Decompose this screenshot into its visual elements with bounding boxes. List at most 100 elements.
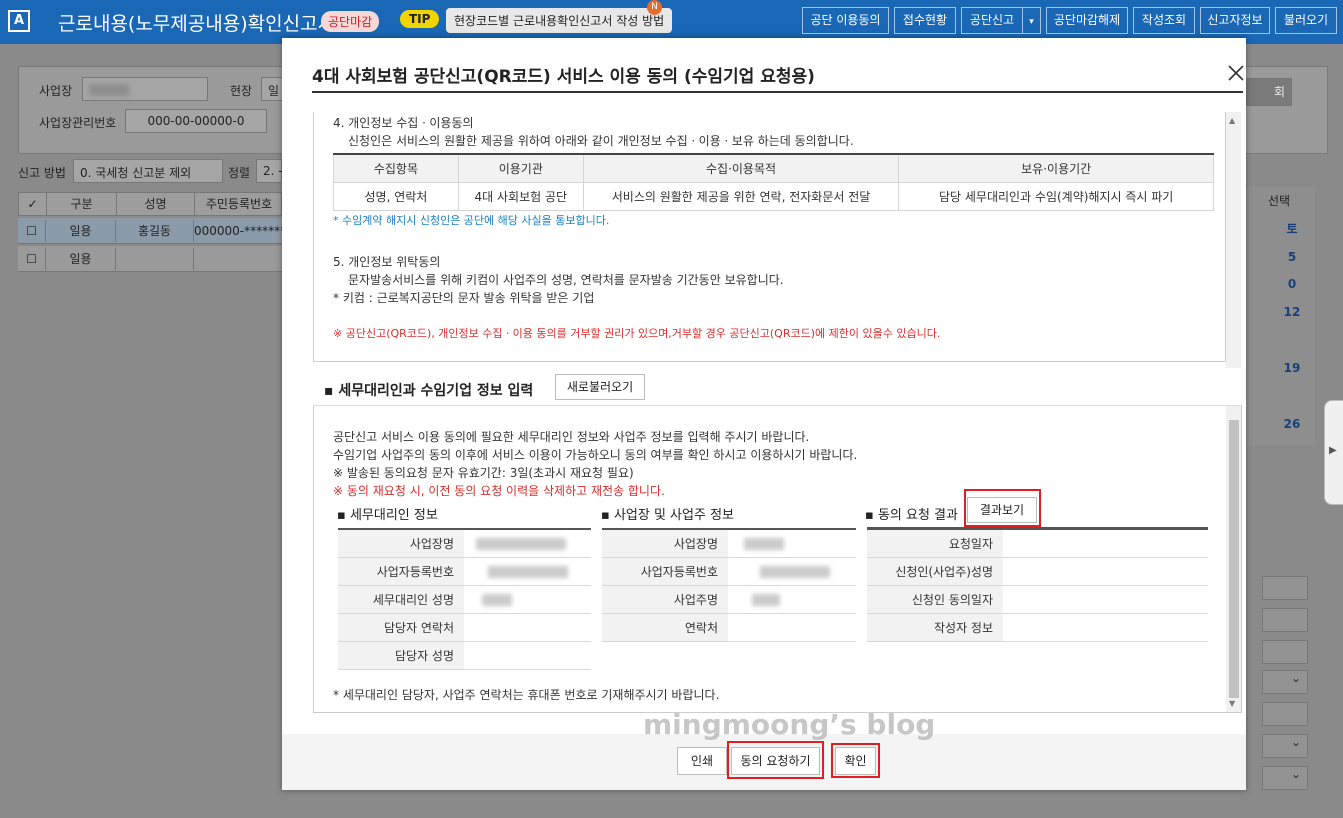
field-label: 세무대리인 성명: [338, 585, 464, 614]
calendar-cell[interactable]: 5: [1272, 250, 1312, 264]
result-title: ▪ 동의 요청 결과: [865, 508, 958, 523]
toolbar-report-button[interactable]: 공단신고: [961, 7, 1023, 34]
table-header: 이용기관: [457, 153, 584, 183]
bg-input[interactable]: [1262, 608, 1308, 632]
info-warning: ※ 동의 재요청 시, 이전 동의 요청 이력을 삭제하고 재전송 합니다.: [333, 484, 665, 498]
site-input[interactable]: 일: [261, 77, 283, 101]
report-method-label: 신고 방법: [18, 166, 66, 180]
query-button[interactable]: 회: [1246, 78, 1292, 106]
title-divider: [312, 91, 1243, 93]
toolbar-deadline-release-button[interactable]: 공단마감해제: [1046, 7, 1128, 34]
owner-info-table: 사업장명 사업자등록번호 사업주명 연락처: [602, 528, 856, 642]
owner-info-title-text: 사업장 및 사업주 정보: [613, 508, 734, 523]
side-panel-toggle[interactable]: ▶: [1324, 400, 1343, 505]
agent-manager-name-field[interactable]: [464, 641, 591, 670]
bg-select[interactable]: ⌄: [1262, 766, 1308, 790]
grid-header-name: 성명: [117, 193, 195, 215]
table-row[interactable]: ☐ 일용 홍길동 000000-*******: [18, 218, 282, 244]
confirm-button[interactable]: 확인: [835, 747, 876, 775]
print-button[interactable]: 인쇄: [677, 747, 727, 775]
bg-input[interactable]: [1262, 640, 1308, 664]
table-cell: 4대 사회보험 공단: [457, 181, 584, 211]
report-method-select[interactable]: 0. 국세청 신고분 제외: [73, 159, 223, 183]
info-desc: 수임기업 사업주의 동의 이후에 서비스 이용이 가능하오니 동의 여부를 확인…: [333, 448, 858, 462]
field-label: 신청인(사업주)성명: [867, 557, 1003, 586]
scroll-up-icon[interactable]: ▲: [1229, 116, 1235, 125]
owner-info-title: ▪ 사업장 및 사업주 정보: [601, 508, 734, 523]
row-checkbox[interactable]: ☐: [18, 220, 46, 242]
agent-info-title-text: 세무대리인 정보: [349, 508, 438, 523]
view-result-button[interactable]: 결과보기: [967, 497, 1037, 523]
result-table: 요청일자 신청인(사업주)성명 신청인 동의일자 작성자 정보: [867, 528, 1208, 642]
row-name: 홍길동: [116, 220, 194, 242]
calendar-cell[interactable]: 0: [1272, 277, 1312, 291]
field-label: 사업장명: [338, 529, 464, 558]
owner-business-no-field[interactable]: [728, 557, 856, 586]
sec4-title: 4. 개인정보 수집ㆍ이용동의: [333, 116, 474, 130]
calendar-cell[interactable]: 26: [1272, 417, 1312, 431]
grid-header-type: 구분: [47, 193, 117, 215]
grid-checkbox-header[interactable]: ✓: [19, 193, 47, 215]
row-type: 일용: [46, 248, 116, 270]
request-date-field: [1003, 529, 1208, 558]
toolbar-receipt-status-button[interactable]: 접수현황: [894, 7, 956, 34]
row-checkbox[interactable]: ☐: [18, 248, 46, 270]
close-icon[interactable]: [1226, 63, 1246, 83]
calendar-cell[interactable]: 토: [1272, 220, 1312, 237]
owner-name-field[interactable]: [728, 585, 856, 614]
sec4-desc: 신청인은 서비스의 원활한 제공을 위하여 아래와 같이 개인정보 수집ㆍ이용ㆍ…: [348, 134, 854, 148]
table-row[interactable]: ☐ 일용: [18, 246, 282, 272]
field-label: 요청일자: [867, 529, 1003, 558]
owner-business-name-field[interactable]: [728, 529, 856, 558]
table-row: 성명, 연락처 4대 사회보험 공단 서비스의 원활한 제공을 위한 연락, 전…: [333, 181, 1214, 211]
agent-business-no-field[interactable]: [464, 557, 591, 586]
toolbar-report-dropdown[interactable]: ▾: [1022, 7, 1041, 34]
table-cell: 담당 세무대리인과 수임(계약)해지시 즉시 파기: [898, 181, 1214, 211]
toolbar-load-button[interactable]: 불러오기: [1275, 7, 1337, 34]
toolbar-search-button[interactable]: 작성조회: [1133, 7, 1195, 34]
table-header: 수집항목: [333, 153, 459, 183]
row-rrn: 000000-*******: [194, 224, 282, 238]
footnote: * 세무대리인 담당자, 사업주 연락처는 휴대폰 번호로 기재해주시기 바랍니…: [333, 688, 720, 702]
chevron-down-icon: ▾: [1029, 17, 1034, 27]
bg-input[interactable]: [1262, 576, 1308, 600]
field-label: 담당자 성명: [338, 641, 464, 670]
reload-button[interactable]: 새로불러오기: [555, 374, 645, 400]
grid-header: ✓ 구분 성명 주민등록번호: [18, 192, 282, 216]
field-label: 연락처: [602, 613, 728, 642]
business-input[interactable]: [82, 77, 208, 101]
info-section-title: ▪ 세무대리인과 수임기업 정보 입력: [324, 383, 534, 399]
consent-request-button[interactable]: 동의 요청하기: [731, 747, 820, 775]
info-section-title-text: 세무대리인과 수임기업 정보 입력: [338, 383, 534, 399]
consent-warning: ※ 공단신고(QR코드), 개인정보 수집ㆍ이용 동의를 거부할 권리가 있으며…: [333, 327, 941, 340]
sec5-note: * 키컴 : 근로복지공단의 문자 발송 위탁을 받은 기업: [333, 291, 595, 305]
agent-name-field[interactable]: [464, 585, 591, 614]
mgmt-no-input[interactable]: 000-00-00000-0: [125, 109, 267, 133]
result-title-text: 동의 요청 결과: [877, 508, 958, 523]
agent-business-name-field[interactable]: [464, 529, 591, 558]
tip-link[interactable]: 현장코드별 근로내용확인신고서 작성 방법: [446, 8, 673, 33]
agent-info-table: 사업장명 사업자등록번호 세무대리인 성명 담당자 연락처 담당자 성명: [338, 528, 591, 670]
consent-date-field: [1003, 585, 1208, 614]
writer-info-field: [1003, 613, 1208, 642]
table-header: 보유·이용기간: [898, 153, 1214, 183]
field-label: 사업장명: [602, 529, 728, 558]
modal-title: 4대 사회보험 공단신고(QR코드) 서비스 이용 동의 (수임기업 요청용): [312, 67, 815, 87]
app-title: 근로내용(노무제공내용)확인신고서: [58, 13, 336, 35]
chevron-down-icon: ⌄: [1290, 671, 1301, 685]
sort-select[interactable]: 2. -: [256, 159, 283, 183]
toolbar-consent-button[interactable]: 공단 이용동의: [802, 7, 889, 34]
bg-input[interactable]: [1262, 702, 1308, 726]
calendar-cell[interactable]: 12: [1272, 305, 1312, 319]
chevron-right-icon: ▶: [1329, 445, 1337, 456]
agent-contact-field[interactable]: [464, 613, 591, 642]
table-header: 수집·이용목적: [582, 153, 900, 183]
owner-contact-field[interactable]: [728, 613, 856, 642]
toolbar-reporter-info-button[interactable]: 신고자정보: [1200, 7, 1270, 34]
bg-select[interactable]: ⌄: [1262, 670, 1308, 694]
tip-badge[interactable]: TIP: [400, 10, 440, 28]
calendar-cell[interactable]: 19: [1272, 361, 1312, 375]
bg-select[interactable]: ⌄: [1262, 734, 1308, 758]
grid-header-rrn: 주민등록번호: [205, 197, 273, 211]
sec5-desc: 문자발송서비스를 위해 키컴이 사업주의 성명, 연락처를 문자발송 기간동안 …: [348, 273, 784, 287]
